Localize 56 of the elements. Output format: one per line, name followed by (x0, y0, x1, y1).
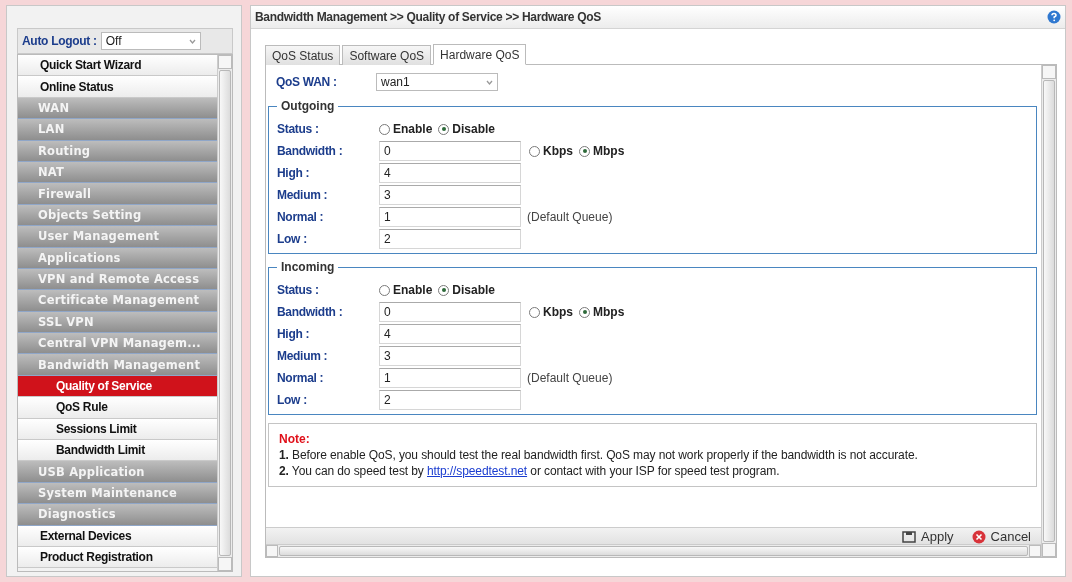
menu-item[interactable]: Quality of Service (18, 375, 217, 398)
auto-logout-label: Auto Logout : (22, 34, 97, 48)
menu-item[interactable]: Online Status (18, 76, 217, 98)
hint-text: (Default Queue) (527, 210, 613, 224)
field-label: Medium : (277, 349, 329, 363)
qos-wan-select[interactable]: wan1 (376, 73, 498, 91)
field-label: Low : (277, 393, 308, 407)
radio-option[interactable]: Mbps (579, 144, 625, 158)
menu-item[interactable]: Bandwidth Limit (18, 440, 217, 462)
input-field[interactable]: 1 (379, 368, 521, 388)
menu-item[interactable]: Sessions Limit (18, 418, 217, 441)
radio-option[interactable]: Kbps (529, 305, 573, 319)
field-label: QoS WAN : (276, 75, 338, 89)
field-label: Bandwidth : (277, 144, 344, 158)
tab[interactable]: QoS Status (265, 45, 341, 65)
input-field[interactable]: 1 (379, 207, 521, 227)
field-label: Low : (277, 232, 308, 246)
field-label: Bandwidth : (277, 305, 344, 319)
radio-option[interactable]: Mbps (579, 305, 625, 319)
field-label: Status : (277, 283, 320, 297)
radio-option[interactable]: Disable (438, 122, 496, 136)
menu-item[interactable]: Quick Start Wizard (18, 55, 217, 77)
field-label: Medium : (277, 188, 329, 202)
field-label: Normal : (277, 371, 325, 385)
input-field[interactable]: 4 (379, 324, 521, 344)
input-field[interactable]: 3 (379, 185, 521, 205)
field-label: High : (277, 166, 311, 180)
menu-item[interactable]: External Devices (18, 525, 217, 547)
input-field[interactable]: 3 (379, 346, 521, 366)
section-title: Outgoing (280, 99, 336, 113)
breadcrumb: Bandwidth Management >> Quality of Service >> Hardware QoS (255, 10, 602, 24)
menu-item[interactable]: Product Registration (18, 547, 217, 569)
note-text: 1. Before enable QoS, you should test the real bandwidth first. QoS may not work properly if the bandwidth is not accurate. (279, 448, 919, 462)
section-title: Incoming (280, 260, 336, 274)
radio-option[interactable]: Disable (438, 283, 496, 297)
apply-button[interactable]: Apply (902, 529, 954, 544)
field-label: Status : (277, 122, 320, 136)
radio-option[interactable]: Kbps (529, 144, 573, 158)
input-field[interactable]: 0 (379, 141, 521, 161)
field-label: Normal : (277, 210, 325, 224)
radio-option[interactable]: Enable (379, 283, 433, 297)
note-title: Note: (279, 432, 311, 446)
hint-text: (Default Queue) (527, 371, 613, 385)
field-label: High : (277, 327, 311, 341)
input-field[interactable]: 0 (379, 302, 521, 322)
input-field[interactable]: 2 (379, 390, 521, 410)
cancel-button[interactable]: Cancel (971, 529, 1031, 544)
note-text: 2. You can do speed test by http://speedtest.net or contact with your ISP for speed test program. (279, 464, 781, 478)
menu-item[interactable]: QoS Rule (18, 397, 217, 419)
link[interactable]: http://speedtest.net (427, 464, 528, 478)
input-field[interactable]: 2 (379, 229, 521, 249)
tab[interactable]: Software QoS (342, 45, 432, 65)
auto-logout-select[interactable]: Off (100, 32, 201, 50)
tab[interactable]: Hardware QoS (433, 44, 527, 65)
radio-option[interactable]: Enable (379, 122, 433, 136)
input-field[interactable]: 4 (379, 163, 521, 183)
